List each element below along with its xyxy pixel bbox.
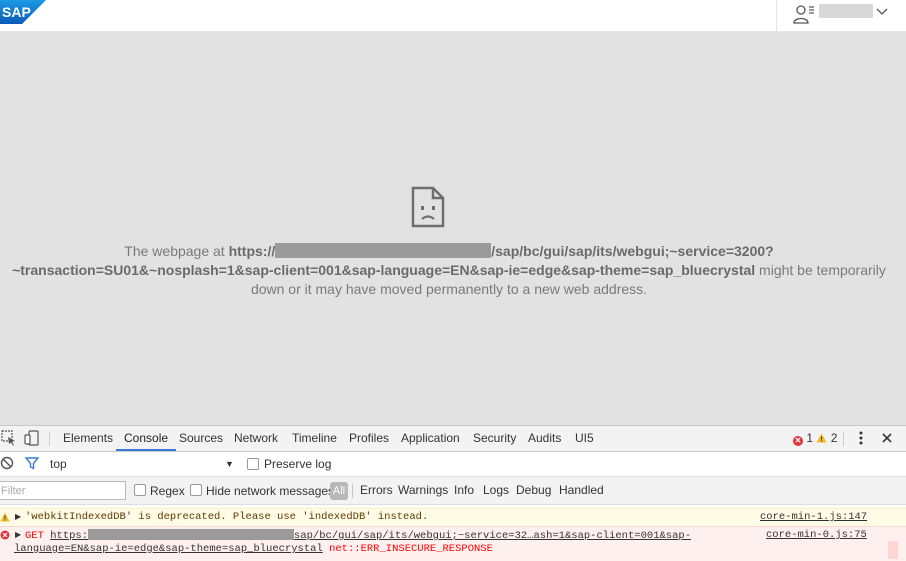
tab-timeline[interactable]: Timeline <box>292 426 337 451</box>
tab-profiles[interactable]: Profiles <box>349 426 389 451</box>
level-errors[interactable]: Errors <box>360 477 393 504</box>
context-selector[interactable]: top <box>50 452 67 476</box>
level-all[interactable]: All <box>330 482 348 500</box>
devtools-panel: Elements Console Sources Network Timelin… <box>0 425 906 561</box>
tab-console[interactable]: Console <box>116 426 177 451</box>
sap-logo[interactable]: SAP <box>0 0 46 24</box>
error-text: GET https: sap/bc/gui/sap/its/webgui;~ser… <box>25 529 691 542</box>
error-count-icon: ✕ <box>793 436 803 446</box>
error-host-redacted <box>88 529 295 540</box>
page-viewport: The webpage at https:///sap/bc/gui/sap/i… <box>0 32 906 425</box>
level-debug[interactable]: Debug <box>516 477 551 504</box>
console-counters[interactable]: ✕ 1 2 <box>793 426 837 451</box>
level-handled[interactable]: Handled <box>559 477 604 504</box>
tab-application[interactable]: Application <box>401 426 460 451</box>
error-source-link[interactable]: core-min-0.js:75 <box>766 529 867 541</box>
filter-icon[interactable] <box>25 456 39 470</box>
inspect-element-icon[interactable] <box>1 430 17 446</box>
warning-source-link[interactable]: core-min-1.js:147 <box>760 511 867 523</box>
error-line-2: ~transaction=SU01&~nosplash=1&sap-client… <box>12 262 886 278</box>
error-code: net::ERR_INSECURE_RESPONSE <box>329 543 493 555</box>
hide-network-checkbox[interactable] <box>190 484 202 496</box>
url-host-redacted <box>275 243 492 258</box>
chevron-down-icon[interactable] <box>875 5 889 19</box>
close-devtools-icon[interactable] <box>880 431 894 445</box>
device-toolbar-icon[interactable] <box>24 430 40 446</box>
error-line-3: down or it may have moved permanently to… <box>250 281 648 297</box>
user-menu[interactable] <box>776 0 906 31</box>
expand-triangle-icon[interactable]: ▶ <box>15 530 21 540</box>
sap-logo-text: SAP <box>2 4 31 20</box>
context-dropdown-icon[interactable]: ▼ <box>225 452 234 476</box>
console-filter-bar: Filter Regex Hide network messages All E… <box>0 477 906 505</box>
error-line-1: The webpage at https:///sap/bc/gui/sap/i… <box>124 243 774 259</box>
tab-security[interactable]: Security <box>473 426 516 451</box>
scrollbar-error-marker <box>888 541 898 559</box>
user-icon <box>793 5 814 24</box>
regex-checkbox[interactable] <box>134 484 146 496</box>
toolbar-divider <box>49 432 50 446</box>
tab-ui5[interactable]: UI5 <box>575 426 594 451</box>
error-method: GET <box>25 530 44 542</box>
hide-network-label: Hide network messages <box>206 484 335 498</box>
tab-elements[interactable]: Elements <box>63 426 113 451</box>
warning-text: 'webkitIndexedDB' is deprecated. Please … <box>25 511 429 523</box>
toolbar-divider <box>843 432 844 446</box>
level-divider <box>352 484 353 498</box>
warning-count: 2 <box>830 431 838 445</box>
error-line-2: language=EN&sap-ie=edge&sap-theme=sap_bl… <box>14 543 493 555</box>
shell-header: SAP <box>0 0 906 32</box>
warning-count-icon <box>816 433 827 443</box>
level-warnings[interactable]: Warnings <box>398 477 448 504</box>
tab-audits[interactable]: Audits <box>528 426 561 451</box>
console-message-error[interactable]: ▶ GET https: sap/bc/gui/sap/its/webgui;~s… <box>0 526 906 561</box>
error-url-link[interactable]: https: sap/bc/gui/sap/its/webgui;~service… <box>50 529 691 542</box>
devtools-tabbar: Elements Console Sources Network Timelin… <box>0 426 906 452</box>
error-url-link-cont[interactable]: language=EN&sap-ie=edge&sap-theme=sap_bl… <box>14 543 323 555</box>
regex-label: Regex <box>150 484 185 498</box>
clear-console-icon[interactable] <box>0 456 14 470</box>
preserve-log-checkbox[interactable] <box>247 458 259 470</box>
level-info[interactable]: Info <box>454 477 474 504</box>
tab-network[interactable]: Network <box>234 426 278 451</box>
expand-triangle-icon[interactable]: ▶ <box>15 512 21 522</box>
sad-document-icon <box>411 186 445 228</box>
tab-sources[interactable]: Sources <box>179 426 223 451</box>
console-filter-input[interactable]: Filter <box>0 481 126 500</box>
user-name-redacted <box>819 4 873 18</box>
console-toolbar: top ▼ Preserve log <box>0 452 906 477</box>
console-message-warning[interactable]: ▶ 'webkitIndexedDB' is deprecated. Pleas… <box>0 508 906 527</box>
preserve-log-label: Preserve log <box>264 457 332 471</box>
warning-icon <box>0 512 10 522</box>
error-count: 1 <box>806 431 814 445</box>
error-url-start: https:// <box>228 243 276 259</box>
error-message: The webpage at https:///sap/bc/gui/sap/i… <box>0 242 898 299</box>
level-logs[interactable]: Logs <box>483 477 509 504</box>
error-icon <box>0 530 10 540</box>
error-url-path: /sap/bc/gui/sap/its/webgui;~service=3200… <box>491 243 774 259</box>
more-options-icon[interactable] <box>853 430 869 446</box>
error-url-query: ~transaction=SU01&~nosplash=1&sap-client… <box>12 262 756 278</box>
